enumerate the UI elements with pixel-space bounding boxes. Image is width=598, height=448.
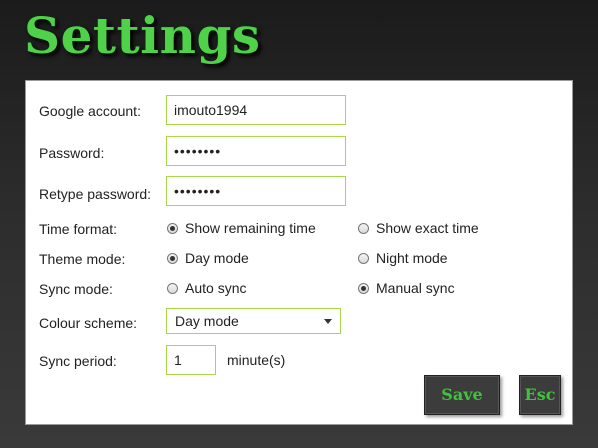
retype-password-input[interactable]: ••••••••	[166, 176, 346, 206]
radio-checked-icon	[358, 282, 369, 294]
settings-panel: Google account: imouto1994 Password: •••…	[25, 80, 573, 425]
save-button[interactable]: Save	[424, 375, 500, 415]
retype-password-label: Retype password:	[39, 186, 152, 202]
radio-unchecked-icon	[358, 252, 369, 264]
time-format-label: Time format:	[39, 221, 118, 237]
radio-label: Day mode	[185, 250, 249, 266]
radio-label: Show remaining time	[185, 220, 316, 236]
radio-label: Manual sync	[376, 280, 455, 296]
esc-button[interactable]: Esc	[519, 375, 561, 415]
google-account-input[interactable]: imouto1994	[166, 95, 346, 125]
radio-show-exact-time[interactable]: Show exact time	[358, 220, 479, 236]
radio-label: Auto sync	[185, 280, 247, 296]
radio-manual-sync[interactable]: Manual sync	[358, 280, 455, 296]
radio-checked-icon	[167, 222, 178, 234]
google-account-label: Google account:	[39, 103, 141, 119]
radio-unchecked-icon	[167, 282, 178, 294]
theme-mode-label: Theme mode:	[39, 251, 126, 267]
sync-period-label: Sync period:	[39, 353, 117, 369]
sync-period-input[interactable]: 1	[166, 345, 216, 375]
radio-auto-sync[interactable]: Auto sync	[167, 280, 246, 296]
radio-show-remaining-time[interactable]: Show remaining time	[167, 220, 316, 236]
chevron-down-icon	[324, 319, 332, 324]
radio-day-mode[interactable]: Day mode	[167, 250, 249, 266]
radio-unchecked-icon	[358, 222, 369, 234]
radio-label: Night mode	[376, 250, 448, 266]
radio-night-mode[interactable]: Night mode	[358, 250, 448, 266]
password-label: Password:	[39, 145, 105, 161]
sync-mode-label: Sync mode:	[39, 281, 113, 297]
page-title: Settings	[24, 6, 261, 65]
sync-period-unit: minute(s)	[227, 352, 286, 368]
colour-scheme-selected-value: Day mode	[175, 313, 239, 329]
radio-checked-icon	[167, 252, 178, 264]
colour-scheme-label: Colour scheme:	[39, 315, 138, 331]
password-input[interactable]: ••••••••	[166, 136, 346, 166]
colour-scheme-dropdown[interactable]: Day mode	[166, 308, 341, 334]
radio-label: Show exact time	[376, 220, 479, 236]
